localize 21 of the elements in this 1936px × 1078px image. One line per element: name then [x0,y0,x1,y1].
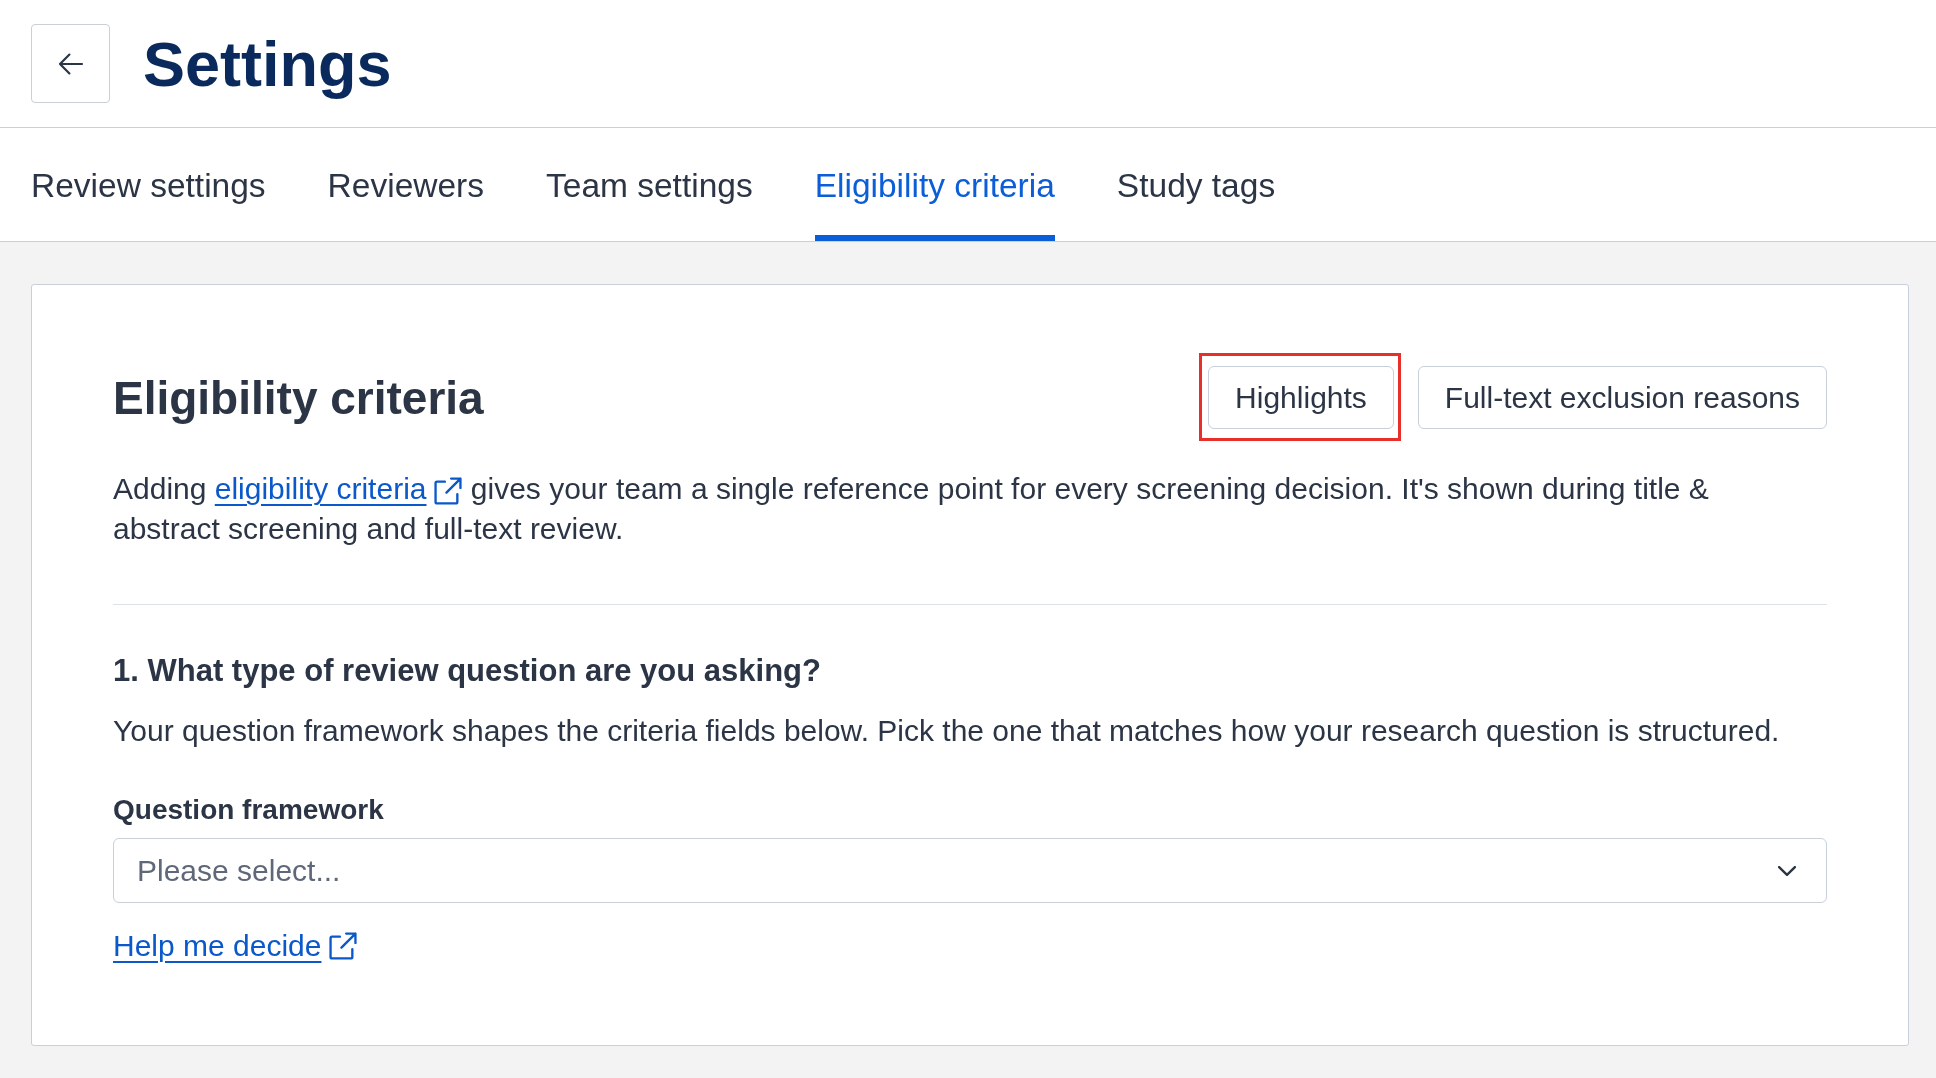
external-link-icon [329,932,358,960]
question-heading: 1. What type of review question are you asking? [113,652,822,690]
header-button[interactable]: Full-text exclusion reasons [1417,366,1827,429]
question-framework-select[interactable]: Please select... [113,838,1827,903]
header-button[interactable]: Highlights [1208,366,1394,429]
help-link[interactable]: Help me decide [113,928,358,964]
section-title: Eligibility criteria [113,370,484,426]
chevron-down-icon [1778,865,1796,876]
tab[interactable]: Study tags [1116,128,1276,241]
eligibility-criteria-link[interactable]: eligibility criteria [214,472,463,505]
page-title: Settings [143,27,392,100]
field-label: Question framework [113,793,384,827]
tab[interactable]: Review settings [31,128,266,241]
intro-text: Adding eligibility criteria gives your team a single reference point for every screening decision. It's shown during title & abstract screening and full-text review. [113,471,1710,547]
question-description: Your question framework shapes the criteria fields below. Pick the one that matches how your research question is structured. [113,713,1781,749]
arrow-left-icon [57,52,84,75]
tab[interactable]: Eligibility criteria [814,128,1055,241]
external-link-icon [434,477,463,506]
tab[interactable]: Reviewers [327,128,484,241]
back-button[interactable] [31,24,110,103]
tab[interactable]: Team settings [546,128,753,241]
